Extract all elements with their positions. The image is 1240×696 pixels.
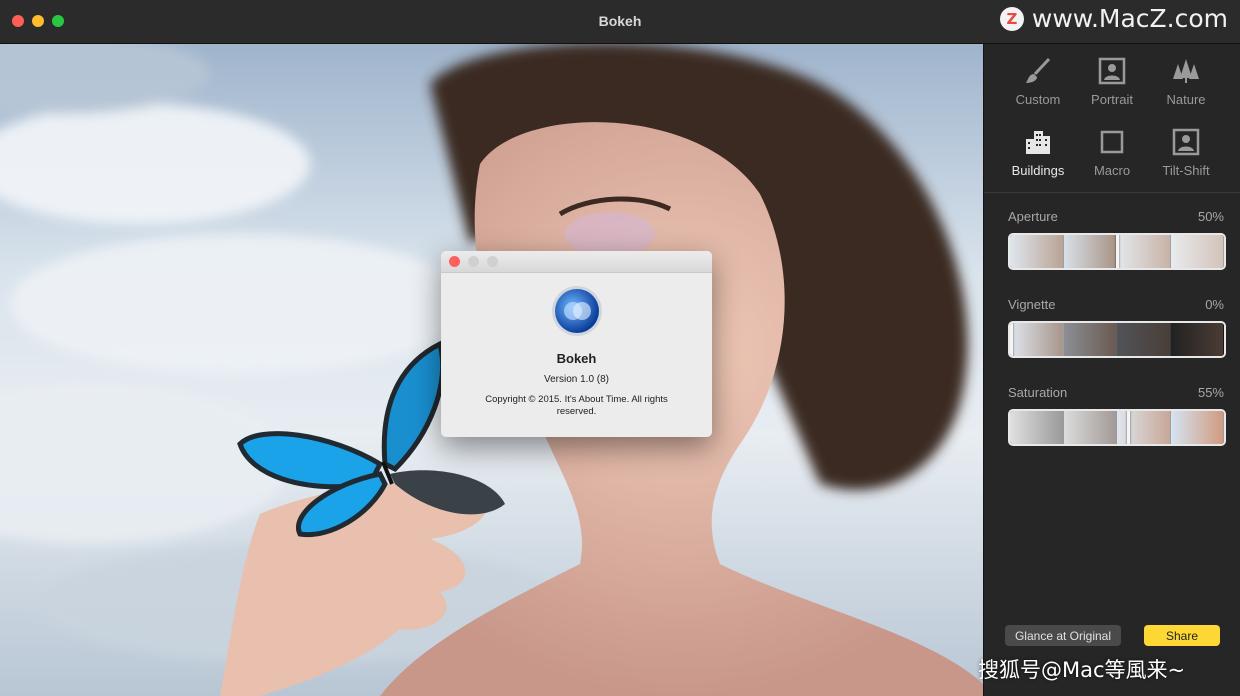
strip-thumb <box>1170 323 1224 356</box>
glance-at-original-button[interactable]: Glance at Original <box>1005 625 1121 646</box>
strip-thumb <box>1063 411 1117 444</box>
preset-label: Buildings <box>1011 163 1065 178</box>
watermark-macz: Z www.MacZ.com <box>999 4 1228 33</box>
watermark-sohu: 搜狐号@Mac等風来~ <box>978 658 1186 682</box>
vignette-label: Vignette <box>1008 297 1056 312</box>
preset-portrait[interactable]: Portrait <box>1072 56 1152 116</box>
watermark-text: www.MacZ.com <box>1031 4 1228 33</box>
strip-thumb <box>1063 323 1117 356</box>
preset-label: Custom <box>1015 92 1061 107</box>
strip-thumb <box>1010 411 1064 444</box>
about-app-name: Bokeh <box>556 351 597 366</box>
trees-icon <box>1173 59 1199 83</box>
strip-thumb <box>1170 411 1224 444</box>
saturation-label: Saturation <box>1008 385 1068 400</box>
about-minimize-button <box>468 256 479 267</box>
about-dialog: Bokeh Version 1.0 (8) Copyright © 2015. … <box>441 251 712 437</box>
portrait-icon <box>1172 128 1200 156</box>
title-bar: Bokeh Z www.MacZ.com <box>0 0 1240 44</box>
saturation-knob[interactable] <box>1126 411 1130 444</box>
about-copyright: Copyright © 2015. It's About Time. All r… <box>485 394 668 417</box>
share-button[interactable]: Share <box>1144 625 1220 646</box>
strip-thumb <box>1063 235 1117 268</box>
about-title-bar <box>441 251 712 273</box>
square-icon <box>1100 130 1124 154</box>
aperture-slider[interactable] <box>1008 233 1226 270</box>
about-version: Version 1.0 (8) <box>543 374 610 385</box>
preset-label: Tilt-Shift <box>1162 163 1210 178</box>
vignette-knob[interactable] <box>1010 323 1013 356</box>
preset-custom[interactable]: Custom <box>998 56 1078 116</box>
preset-buildings[interactable]: Buildings <box>998 127 1078 187</box>
aperture-knob[interactable] <box>1116 235 1119 268</box>
panel-divider <box>984 192 1240 193</box>
vignette-value: 0% <box>1205 297 1224 312</box>
aperture-label: Aperture <box>1008 209 1058 224</box>
vignette-slider[interactable] <box>1008 321 1226 358</box>
buildings-icon <box>1026 131 1050 154</box>
strip-thumb <box>1170 235 1224 268</box>
strip-thumb <box>1117 323 1171 356</box>
strip-thumb <box>1117 411 1171 444</box>
preset-macro[interactable]: Macro <box>1072 127 1152 187</box>
preset-label: Macro <box>1093 163 1131 178</box>
portrait-icon <box>1098 57 1126 85</box>
about-zoom-button <box>487 256 498 267</box>
about-close-button[interactable] <box>449 256 460 267</box>
saturation-value: 55% <box>1197 385 1224 400</box>
photo-canvas[interactable]: Bokeh Version 1.0 (8) Copyright © 2015. … <box>0 44 983 696</box>
preset-nature[interactable]: Nature <box>1146 56 1226 116</box>
preset-tilt-shift[interactable]: Tilt-Shift <box>1146 127 1226 187</box>
adjustments-panel: Custom Portrait Nature Buildings Macro T… <box>983 44 1240 696</box>
strip-thumb <box>1010 323 1064 356</box>
aperture-value: 50% <box>1197 209 1224 224</box>
macz-logo-icon: Z <box>999 6 1024 31</box>
strip-thumb <box>1010 235 1064 268</box>
saturation-slider[interactable] <box>1008 409 1226 446</box>
brush-icon <box>1026 57 1051 83</box>
preset-label: Nature <box>1166 92 1206 107</box>
preset-label: Portrait <box>1091 92 1133 107</box>
strip-thumb <box>1117 235 1171 268</box>
bokeh-app-icon <box>552 286 602 336</box>
